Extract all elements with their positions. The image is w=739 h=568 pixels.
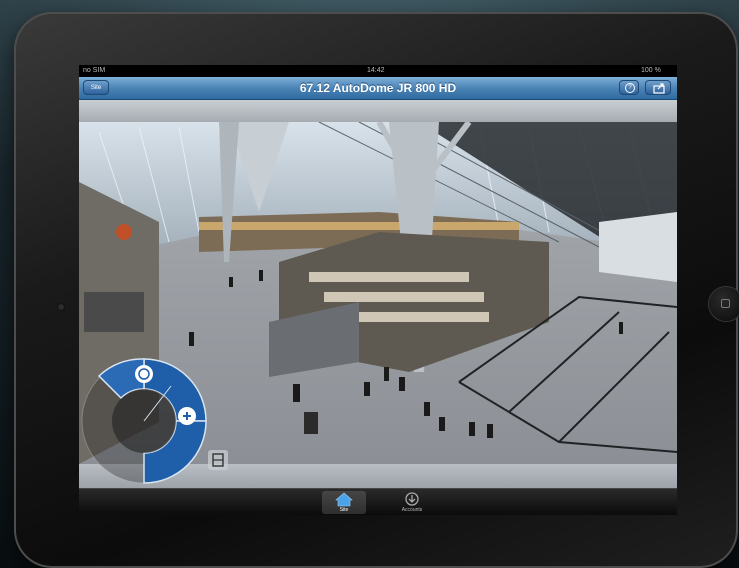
share-button[interactable] (645, 80, 671, 95)
film-strip-button[interactable] (208, 450, 228, 470)
navigation-bar: Site 67.12 AutoDome JR 800 HD ? (79, 77, 677, 100)
home-icon (335, 492, 353, 507)
home-square-icon (721, 299, 730, 308)
accounts-icon (405, 492, 419, 506)
tab-accounts[interactable]: Accounts (390, 491, 434, 514)
tab-site[interactable]: Site (322, 491, 366, 514)
film-icon (212, 453, 224, 467)
help-icon: ? (625, 83, 635, 93)
ptz-dial (81, 358, 207, 484)
share-icon (653, 83, 665, 94)
tab-accounts-label: Accounts (401, 507, 423, 513)
camera-title: 67.12 AutoDome JR 800 HD (299, 81, 457, 95)
video-top-margin (79, 100, 677, 122)
status-bar: no SIM 14:42 100 % (79, 65, 677, 77)
help-button[interactable]: ? (619, 80, 639, 95)
ptz-control[interactable] (79, 356, 209, 486)
status-time: 14:42 (367, 67, 385, 74)
tab-bar: Site Accounts (79, 488, 677, 515)
front-camera (58, 304, 64, 310)
battery-text: 100 % (641, 67, 661, 74)
tab-site-label: Site (339, 507, 349, 513)
home-button[interactable] (709, 287, 739, 321)
carrier-text: no SIM (83, 67, 106, 74)
